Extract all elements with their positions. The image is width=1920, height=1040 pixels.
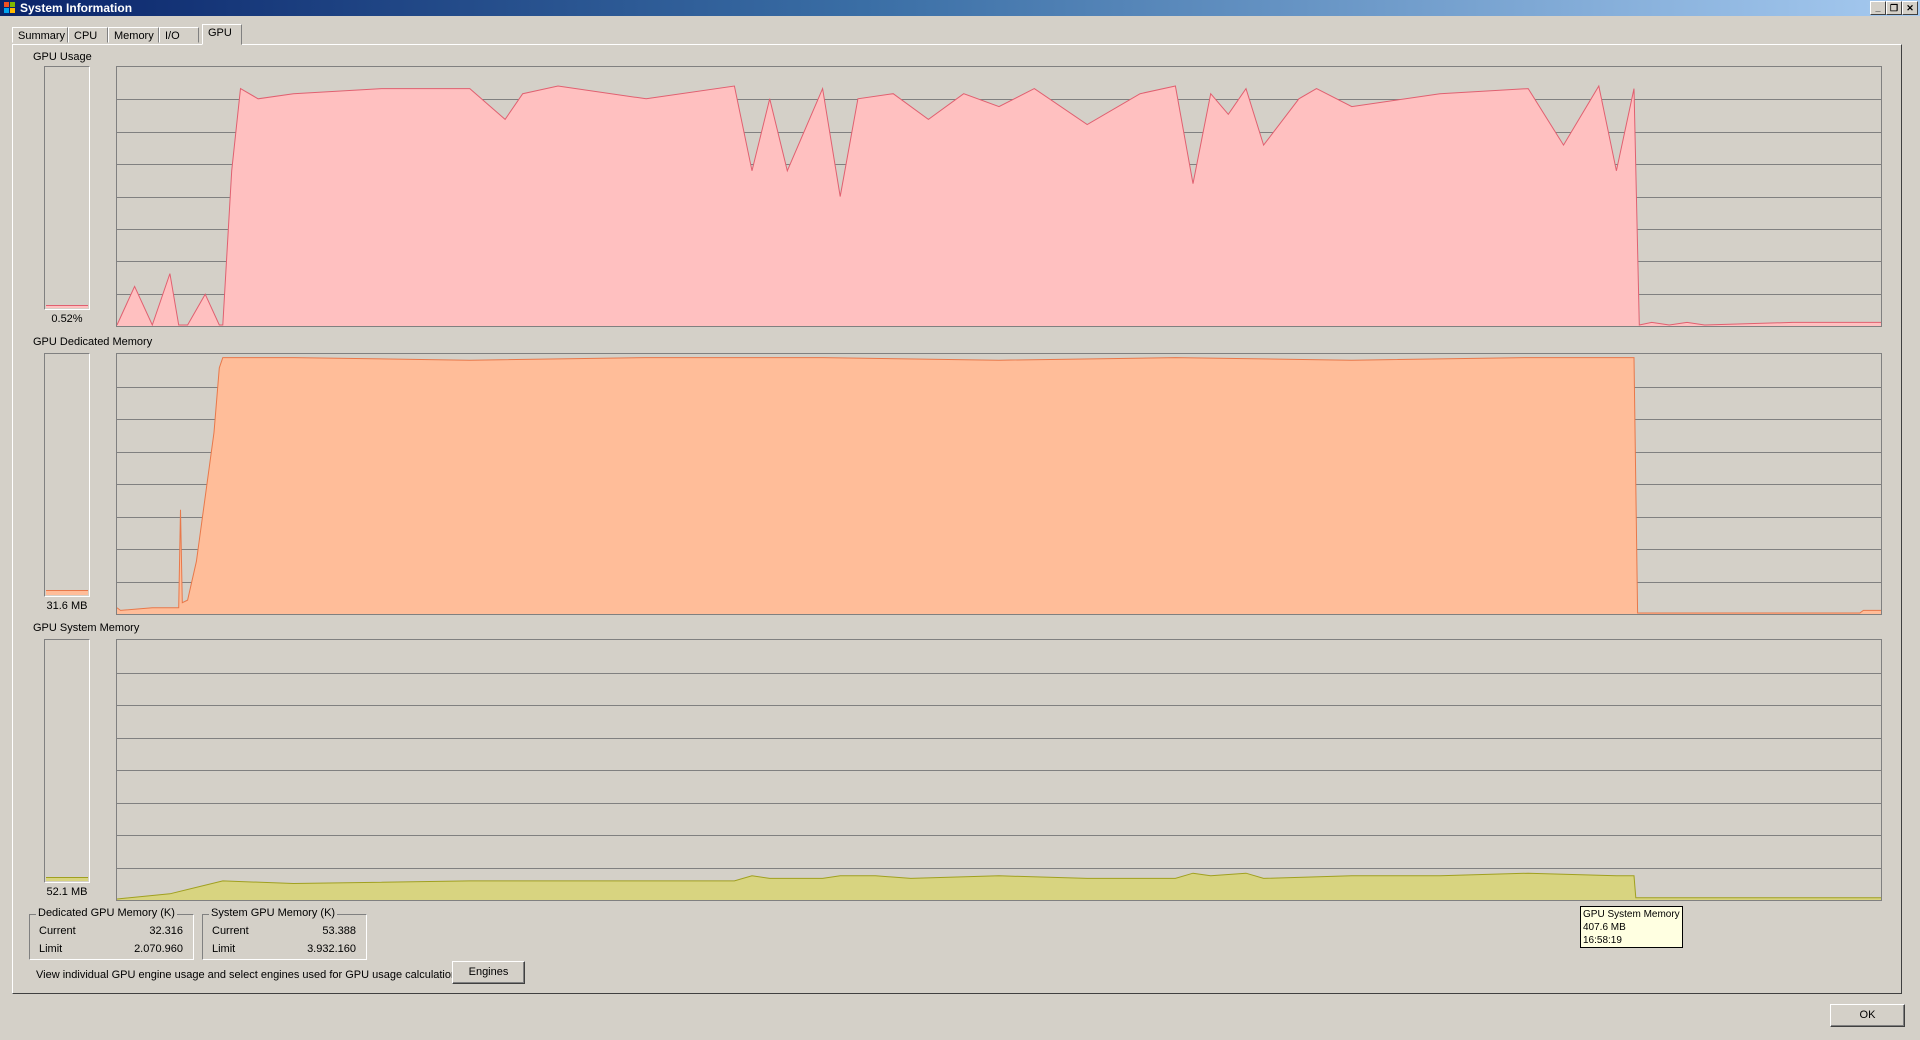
tab-cpu[interactable]: CPU bbox=[68, 27, 108, 43]
app-icon bbox=[4, 2, 15, 13]
gpu-usage-label: GPU Usage bbox=[33, 51, 92, 63]
gpu-system-memory-label: GPU System Memory bbox=[33, 622, 140, 634]
restore-button[interactable]: ❐ bbox=[1886, 1, 1902, 15]
minimize-button[interactable]: _ bbox=[1870, 1, 1886, 15]
close-button[interactable]: ✕ bbox=[1902, 1, 1918, 15]
gpu-system-meter-fill bbox=[46, 877, 88, 881]
gpu-dedicated-graph[interactable] bbox=[116, 353, 1882, 615]
tab-io[interactable]: I/O bbox=[159, 27, 199, 43]
system-current-label: Current bbox=[212, 925, 249, 937]
gpu-usage-series-area bbox=[117, 86, 1881, 326]
gpu-system-svg bbox=[117, 673, 1881, 900]
gpu-system-value: 52.1 MB bbox=[46, 886, 88, 898]
gpu-usage-meter-fill bbox=[46, 305, 88, 308]
window-title: System Information bbox=[20, 1, 133, 15]
system-box-title: System GPU Memory (K) bbox=[209, 907, 338, 919]
gpu-usage-svg bbox=[117, 84, 1881, 326]
tooltip-time: 16:58:19 bbox=[1583, 935, 1622, 946]
dedicated-box-title: Dedicated GPU Memory (K) bbox=[36, 907, 177, 919]
dedicated-limit-value: 2.070.960 bbox=[134, 943, 183, 955]
tab-gpu[interactable]: GPU bbox=[202, 24, 242, 45]
gpu-usage-graph[interactable] bbox=[116, 66, 1882, 327]
system-limit-value: 3.932.160 bbox=[307, 943, 356, 955]
gpu-dedicated-series-area bbox=[117, 357, 1881, 614]
engines-description: View individual GPU engine usage and sel… bbox=[36, 969, 466, 981]
system-limit-label: Limit bbox=[212, 943, 236, 955]
dedicated-current-label: Current bbox=[39, 925, 76, 937]
gpu-system-graph[interactable] bbox=[116, 639, 1882, 901]
system-current-value: 53.388 bbox=[322, 925, 356, 937]
system-gpu-memory-box: System GPU Memory (K) Current 53.388 Lim… bbox=[202, 907, 367, 960]
graph-tooltip: GPU System Memory 407.6 MB 16:58:19 bbox=[1580, 906, 1683, 948]
tab-memory[interactable]: Memory bbox=[108, 27, 159, 43]
gpu-dedicated-meter-fill bbox=[46, 590, 88, 595]
dedicated-current-value: 32.316 bbox=[149, 925, 183, 937]
dedicated-limit-label: Limit bbox=[39, 943, 63, 955]
gpu-system-series-area bbox=[117, 873, 1881, 900]
dedicated-gpu-memory-box: Dedicated GPU Memory (K) Current 32.316 … bbox=[29, 907, 194, 960]
gpu-dedicated-meter bbox=[44, 353, 90, 597]
tooltip-value: 407.6 MB bbox=[1583, 922, 1626, 933]
tooltip-title: GPU System Memory bbox=[1583, 909, 1680, 920]
gpu-usage-meter bbox=[44, 66, 90, 310]
gpu-usage-value: 0.52% bbox=[51, 313, 83, 325]
gpu-dedicated-value: 31.6 MB bbox=[46, 600, 88, 612]
gpu-dedicated-memory-label: GPU Dedicated Memory bbox=[33, 336, 153, 348]
engines-button[interactable]: Engines bbox=[452, 961, 525, 984]
title-bar: System Information _ ❐ ✕ bbox=[0, 0, 1920, 16]
gpu-dedicated-svg bbox=[117, 357, 1881, 614]
ok-button[interactable]: OK bbox=[1830, 1004, 1905, 1027]
tab-summary[interactable]: Summary bbox=[12, 27, 68, 43]
gpu-system-meter bbox=[44, 639, 90, 883]
